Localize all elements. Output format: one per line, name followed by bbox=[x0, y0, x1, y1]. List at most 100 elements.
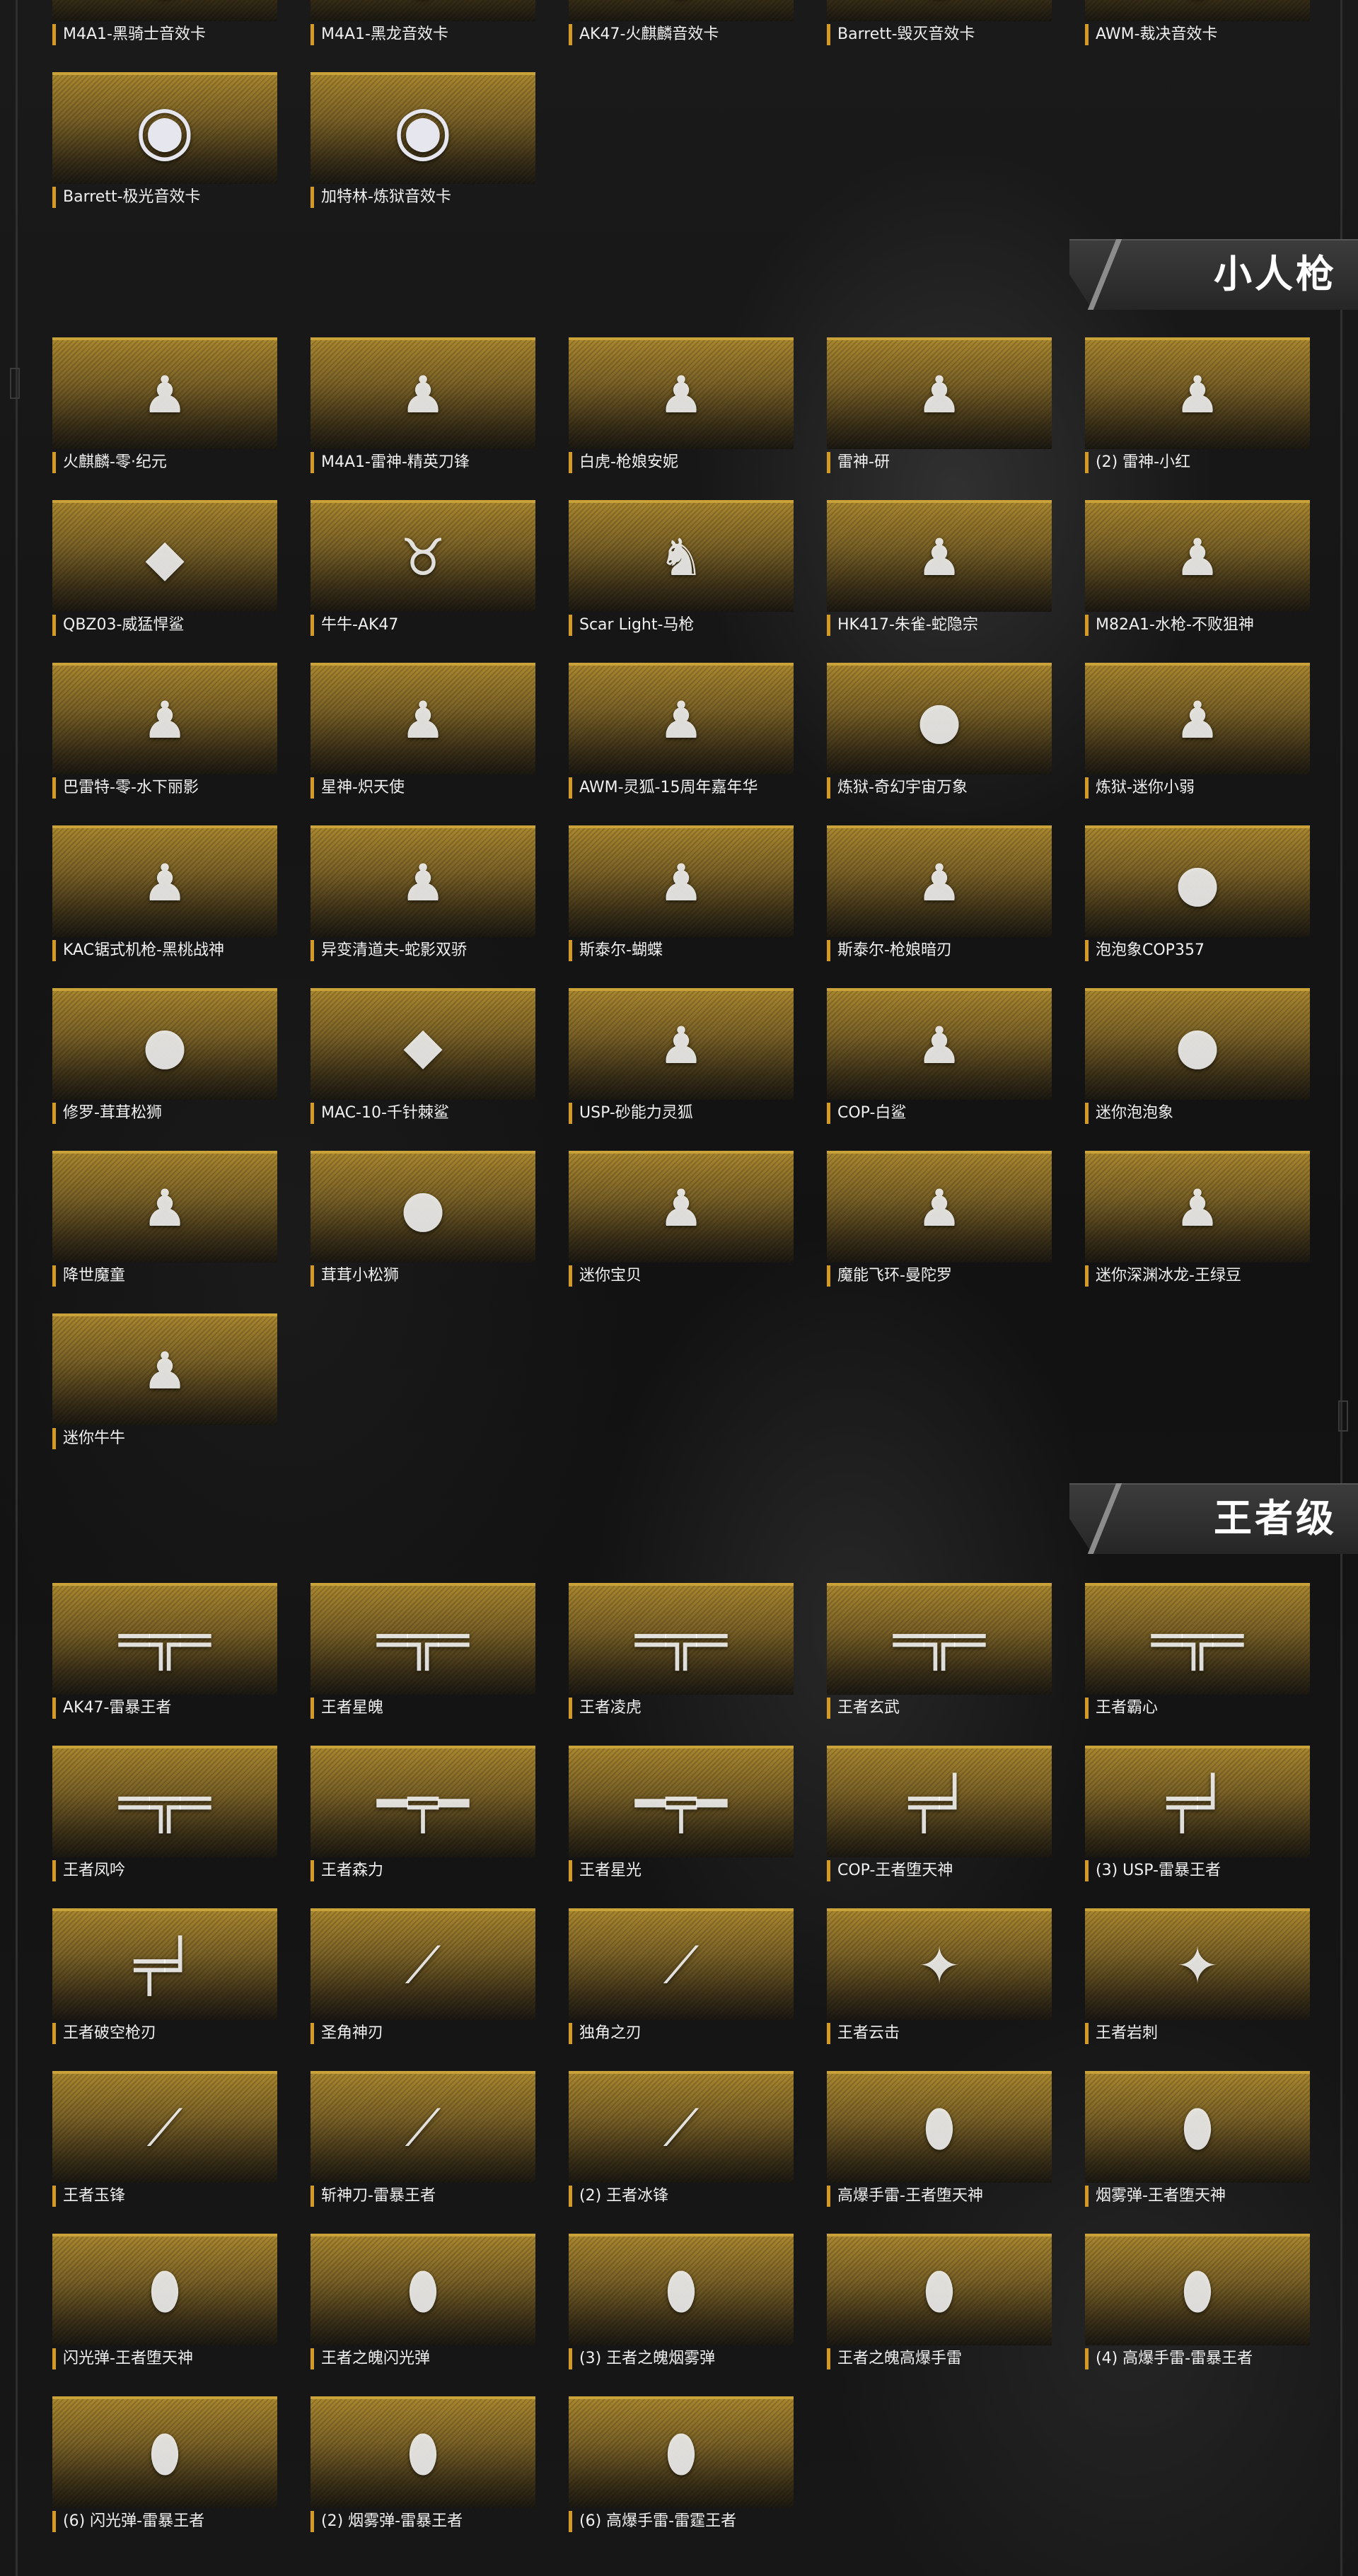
item-card[interactable]: ⟋ 圣角神刃 bbox=[311, 1908, 535, 2050]
item-card[interactable]: ● 修罗-茸茸松狮 bbox=[52, 988, 277, 1130]
item-card[interactable]: ♟ 魔能飞环-曼陀罗 bbox=[827, 1151, 1052, 1292]
item-card[interactable]: ♟ KAC锯式机枪-黑桃战神 bbox=[52, 825, 277, 967]
item-card[interactable]: ● 茸茸小松狮 bbox=[311, 1151, 535, 1292]
disc-icon: ◉ bbox=[569, 0, 794, 21]
item-card[interactable]: ⬮ 高爆手雷-王者堕天神 bbox=[827, 2071, 1052, 2212]
item-label: AK47-火麒麟音效卡 bbox=[569, 24, 794, 45]
item-card[interactable]: ⬮ 烟雾弹-王者堕天神 bbox=[1085, 2071, 1310, 2212]
shark-icon: ◆ bbox=[311, 988, 535, 1100]
item-card[interactable]: ═╦═ 王者玄武 bbox=[827, 1583, 1052, 1724]
item-card[interactable]: ◉ M4A1-黑骑士音效卡 bbox=[52, 0, 277, 51]
item-card[interactable]: ♟ AWM-灵狐-15周年嘉年华 bbox=[569, 663, 794, 804]
item-card[interactable]: ═╦═ 王者星魄 bbox=[311, 1583, 535, 1724]
disc-icon: ◉ bbox=[311, 0, 535, 21]
item-label: 迷你深渊冰龙-王绿豆 bbox=[1085, 1265, 1310, 1287]
item-card[interactable]: ╤╛ 王者破空枪刃 bbox=[52, 1908, 277, 2050]
item-card[interactable]: ♟ 雷神-研 bbox=[827, 337, 1052, 479]
item-card[interactable]: ⬮ (6) 高爆手雷-雷霆王者 bbox=[569, 2396, 794, 2538]
item-card[interactable]: ═╦═ AK47-雷暴王者 bbox=[52, 1583, 277, 1724]
item-card[interactable]: ◉ AWM-裁决音效卡 bbox=[1085, 0, 1310, 51]
item-card[interactable]: ● 迷你泡泡象 bbox=[1085, 988, 1310, 1130]
axe-icon: ✦ bbox=[1085, 1908, 1310, 2020]
item-card[interactable]: ◉ Barrett-极光音效卡 bbox=[52, 72, 277, 214]
item-card[interactable]: ◉ 加特林-炼狱音效卡 bbox=[311, 72, 535, 214]
elephant-icon: ● bbox=[827, 663, 1052, 774]
item-card[interactable]: ● 泡泡象COP357 bbox=[1085, 825, 1310, 967]
item-label: AWM-灵狐-15周年嘉年华 bbox=[569, 777, 794, 799]
dog-icon: ● bbox=[311, 1151, 535, 1263]
item-label: 高爆手雷-王者堕天神 bbox=[827, 2186, 1052, 2207]
item-card[interactable]: ◉ Barrett-毁灭音效卡 bbox=[827, 0, 1052, 51]
blade-icon: ⟋ bbox=[311, 1908, 535, 2020]
item-card[interactable]: ⟋ (2) 王者冰锋 bbox=[569, 2071, 794, 2212]
figure-icon: ♟ bbox=[1085, 337, 1310, 449]
grenade-icon: ⬮ bbox=[52, 2234, 277, 2345]
item-card[interactable]: ♉ 牛牛-AK47 bbox=[311, 500, 535, 642]
figure-icon: ♟ bbox=[569, 988, 794, 1100]
item-card[interactable]: ╤╛ (3) USP-雷暴王者 bbox=[1085, 1746, 1310, 1887]
item-label: 王者之魄高爆手雷 bbox=[827, 2348, 1052, 2369]
item-card[interactable]: ♟ 异变清道夫-蛇影双骄 bbox=[311, 825, 535, 967]
item-card[interactable]: ♟ 降世魔童 bbox=[52, 1151, 277, 1292]
shark-icon: ◆ bbox=[52, 500, 277, 612]
figure-icon: ♟ bbox=[52, 1313, 277, 1425]
item-card[interactable]: ♟ HK417-朱雀-蛇隐宗 bbox=[827, 500, 1052, 642]
grenade-icon: ⬮ bbox=[52, 2396, 277, 2508]
pistol-icon: ╤╛ bbox=[52, 1908, 277, 2020]
item-card[interactable]: ═╦═ 王者凌虎 bbox=[569, 1583, 794, 1724]
item-card[interactable]: ═╦═ 王者霸心 bbox=[1085, 1583, 1310, 1724]
grenade-icon: ⬮ bbox=[311, 2396, 535, 2508]
item-card[interactable]: ━╤━ 王者星光 bbox=[569, 1746, 794, 1887]
item-card[interactable]: ⬮ 闪光弹-王者堕天神 bbox=[52, 2234, 277, 2375]
item-card[interactable]: ♟ 白虎-枪娘安妮 bbox=[569, 337, 794, 479]
item-card[interactable]: ◉ AK47-火麒麟音效卡 bbox=[569, 0, 794, 51]
item-label: (2) 烟雾弹-雷暴王者 bbox=[311, 2511, 535, 2532]
item-card[interactable]: ♟ M82A1-水枪-不败狙神 bbox=[1085, 500, 1310, 642]
disc-icon: ◉ bbox=[52, 0, 277, 21]
item-card[interactable]: ♟ USP-砂能力灵狐 bbox=[569, 988, 794, 1130]
item-label: 烟雾弹-王者堕天神 bbox=[1085, 2186, 1310, 2207]
blade-icon: ⟋ bbox=[569, 2071, 794, 2183]
item-card[interactable]: ♟ 斯泰尔-蝴蝶 bbox=[569, 825, 794, 967]
item-label: 加特林-炼狱音效卡 bbox=[311, 187, 535, 208]
item-card[interactable]: ♟ 炼狱-迷你小弱 bbox=[1085, 663, 1310, 804]
item-card[interactable]: ⬮ 王者之魄高爆手雷 bbox=[827, 2234, 1052, 2375]
item-card[interactable]: ♟ 斯泰尔-枪娘暗刃 bbox=[827, 825, 1052, 967]
item-card[interactable]: ✦ 王者岩刺 bbox=[1085, 1908, 1310, 2050]
item-card[interactable]: ♟ 迷你深渊冰龙-王绿豆 bbox=[1085, 1151, 1310, 1292]
item-card[interactable]: ◆ QBZ03-威猛悍鲨 bbox=[52, 500, 277, 642]
item-label: 魔能飞环-曼陀罗 bbox=[827, 1265, 1052, 1287]
item-card[interactable]: ⟋ 斩神刀-雷暴王者 bbox=[311, 2071, 535, 2212]
item-card[interactable]: ● 炼狱-奇幻宇宙万象 bbox=[827, 663, 1052, 804]
rifle-icon: ═╦═ bbox=[827, 1583, 1052, 1695]
item-label: 白虎-枪娘安妮 bbox=[569, 452, 794, 473]
item-card[interactable]: ⬮ 王者之魄闪光弹 bbox=[311, 2234, 535, 2375]
item-card[interactable]: ♟ COP-白鲨 bbox=[827, 988, 1052, 1130]
item-card[interactable]: ♟ 星神-炽天使 bbox=[311, 663, 535, 804]
item-card[interactable]: ◉ M4A1-黑龙音效卡 bbox=[311, 0, 535, 51]
item-card[interactable]: ♟ 迷你牛牛 bbox=[52, 1313, 277, 1455]
item-card[interactable]: ⬮ (2) 烟雾弹-雷暴王者 bbox=[311, 2396, 535, 2538]
item-label: QBZ03-威猛悍鲨 bbox=[52, 615, 277, 636]
item-card[interactable]: ⬮ (3) 王者之魄烟雾弹 bbox=[569, 2234, 794, 2375]
item-card[interactable]: ♟ 巴雷特-零-水下丽影 bbox=[52, 663, 277, 804]
item-card[interactable]: ♟ 火麒麟-零·纪元 bbox=[52, 337, 277, 479]
item-card[interactable]: ═╦═ 王者凤吟 bbox=[52, 1746, 277, 1887]
item-card[interactable]: ⬮ (6) 闪光弹-雷暴王者 bbox=[52, 2396, 277, 2538]
item-card[interactable]: ⟋ 王者玉锋 bbox=[52, 2071, 277, 2212]
item-card[interactable]: ⬮ (4) 高爆手雷-雷暴王者 bbox=[1085, 2234, 1310, 2375]
section-title: 小人枪 bbox=[1214, 252, 1337, 296]
item-label: 修罗-茸茸松狮 bbox=[52, 1103, 277, 1124]
dog-icon: ● bbox=[52, 988, 277, 1100]
item-card[interactable]: ✦ 王者云击 bbox=[827, 1908, 1052, 2050]
item-card[interactable]: ⟋ 独角之刃 bbox=[569, 1908, 794, 2050]
item-card[interactable]: ◆ MAC-10-千针棘鲨 bbox=[311, 988, 535, 1130]
disc-icon: ◉ bbox=[311, 72, 535, 184]
item-card[interactable]: ♞ Scar Light-马枪 bbox=[569, 500, 794, 642]
item-card[interactable]: ♟ 迷你宝贝 bbox=[569, 1151, 794, 1292]
horse-icon: ♞ bbox=[569, 500, 794, 612]
item-card[interactable]: ♟ M4A1-雷神-精英刀锋 bbox=[311, 337, 535, 479]
item-card[interactable]: ━╤━ 王者森力 bbox=[311, 1746, 535, 1887]
item-card[interactable]: ╤╛ COP-王者堕天神 bbox=[827, 1746, 1052, 1887]
item-card[interactable]: ♟ (2) 雷神-小红 bbox=[1085, 337, 1310, 479]
